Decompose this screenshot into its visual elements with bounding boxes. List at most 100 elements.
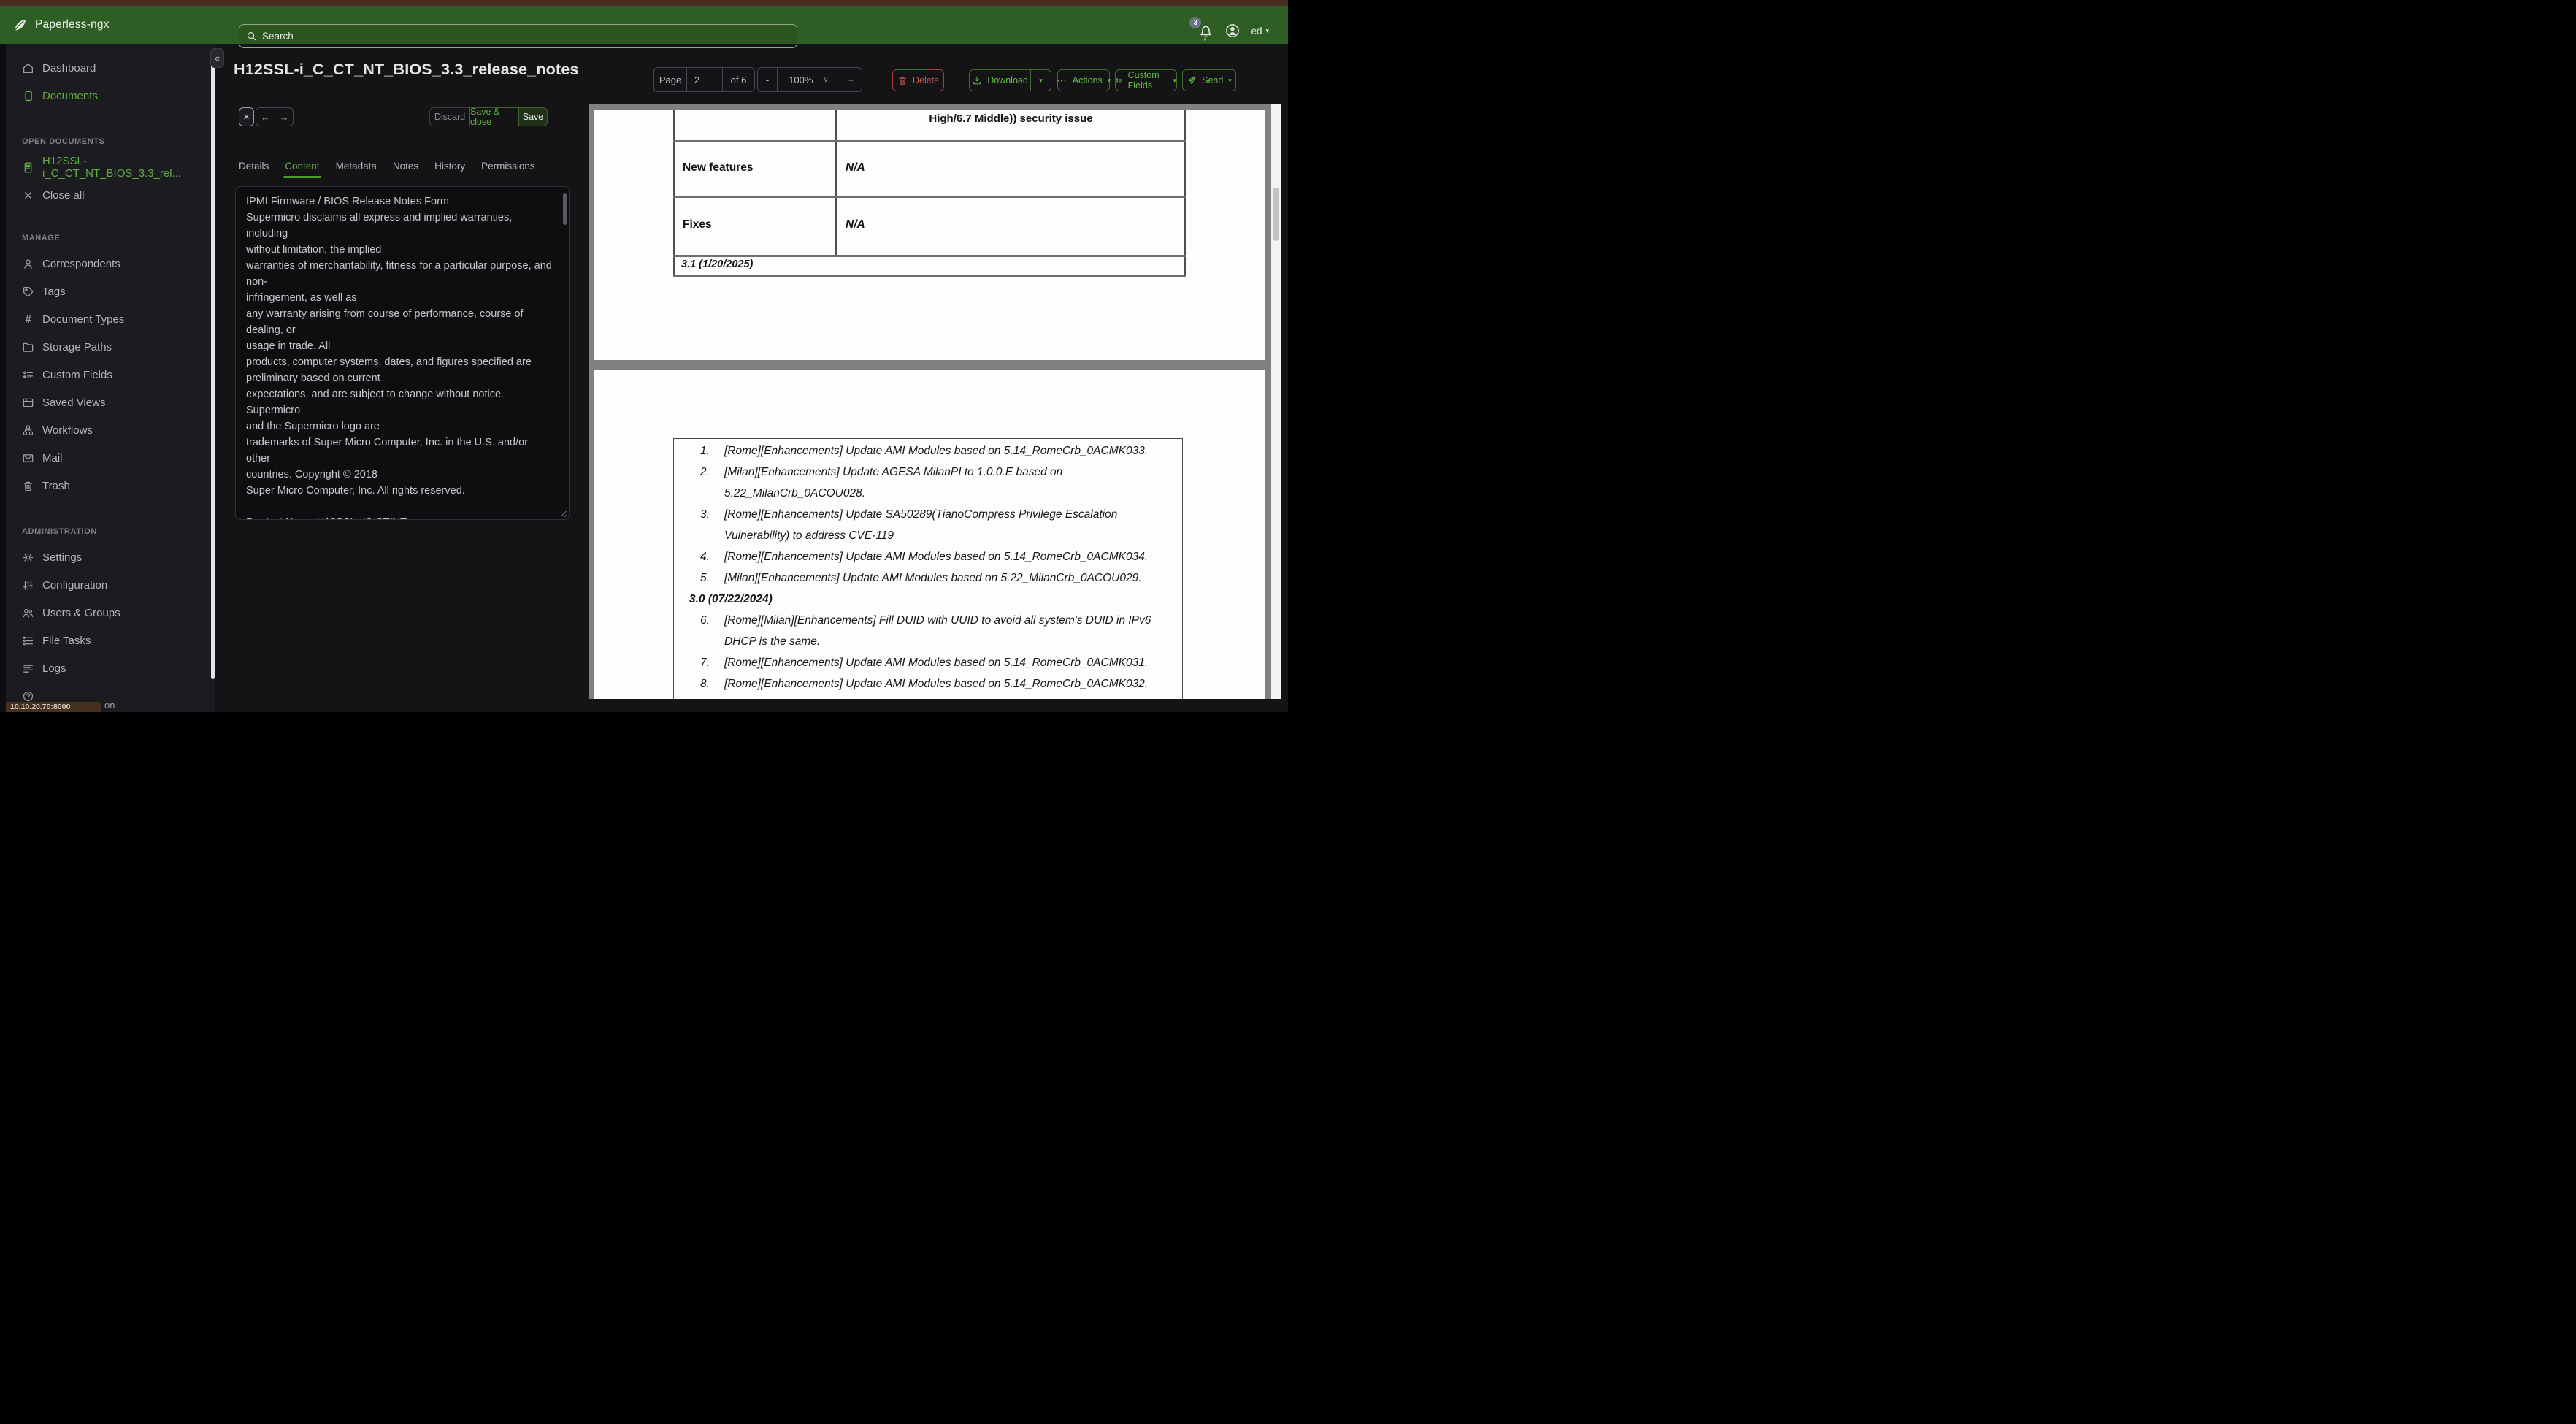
discard-button[interactable]: Discard [429, 107, 469, 126]
sidebar-item-mail[interactable]: Mail [6, 444, 215, 472]
delete-button[interactable]: Delete [892, 69, 944, 91]
page-label: Page [659, 74, 682, 85]
page-count-label: of 6 [722, 68, 754, 91]
sidebar-item-workflows[interactable]: Workflows [6, 416, 215, 444]
pdf-list-item-line: 3. [Rome][Enhancements] Update SA50289(Ti… [674, 504, 1182, 525]
pdf-list-item-number: 2. [700, 466, 710, 478]
pdf-list-item-number: 9. [700, 694, 724, 699]
close-document-button[interactable]: ✕ [239, 107, 254, 126]
sidebar-item-tags[interactable]: Tags [6, 277, 215, 305]
sidebar-item-h12ssl-i-c-ct-nt-bios-3-3-rel[interactable]: H12SSL-i_C_CT_NT_BIOS_3.3_rel... [6, 153, 215, 181]
zoom-controls: - 100% ∨ + [757, 67, 862, 92]
pdf-list-item-line: 4. [Rome][Enhancements] Update AMI Module… [674, 546, 1182, 567]
textarea-resize-handle[interactable] [559, 510, 567, 518]
chevron-down-icon: ▾ [1107, 76, 1111, 84]
send-button[interactable]: Send ▾ [1182, 69, 1236, 91]
user-menu[interactable]: ed ▾ [1251, 26, 1269, 37]
zoom-out-button[interactable]: - [758, 68, 777, 91]
pdf-list-item-line: 9.[Rome][Milan][Enhancements] For UsbBus… [674, 694, 1182, 699]
tab-permissions[interactable]: Permissions [481, 161, 535, 178]
previous-document-button[interactable]: ← [256, 108, 275, 126]
sidebar-item-configuration[interactable]: Configuration [6, 571, 215, 599]
sidebar-item-settings[interactable]: Settings [6, 543, 215, 571]
avatar [1224, 23, 1241, 39]
content-text: IPMI Firmware / BIOS Release Notes Form … [246, 196, 552, 519]
tab-content[interactable]: Content [283, 161, 321, 178]
zoom-in-button[interactable]: + [840, 68, 862, 91]
sidebar-item-label: Dashboard [42, 61, 96, 74]
app-brand[interactable]: Paperless-ngx [12, 17, 110, 34]
mail-icon [22, 452, 34, 464]
pdf-list-item-number: 5. [700, 572, 710, 584]
sidebar-item-label: Close all [42, 188, 85, 202]
search-icon [248, 32, 256, 41]
pdf-right-edge [1281, 104, 1288, 699]
actions-label: Actions [1072, 75, 1103, 85]
sidebar-item-label: Saved Views [42, 396, 106, 409]
pdf-list-item-line: 2. [Milan][Enhancements] Update AGESA Mil… [674, 462, 1182, 483]
administration-header: ADMINISTRATION [22, 527, 97, 536]
download-icon [973, 76, 981, 85]
custom-fields-icon [1116, 78, 1122, 83]
sidebar-item-correspondents[interactable]: Correspondents [6, 250, 215, 277]
sidebar-item-saved-views[interactable]: Saved Views [6, 388, 215, 416]
sidebar-item-close-all[interactable]: Close all [6, 181, 215, 209]
download-button[interactable]: Download [970, 70, 1030, 91]
zoom-level-select[interactable]: 100% ∨ [777, 68, 840, 91]
pdf-list-item-line: 8. [Rome][Enhancements] Update AMI Module… [674, 673, 1182, 694]
open-documents-header: OPEN DOCUMENTS [22, 137, 105, 146]
document-nav-arrows: ← → [256, 107, 294, 126]
sidebar-item-trash[interactable]: Trash [6, 472, 215, 499]
send-label: Send [1202, 75, 1224, 85]
chevron-down-icon: ▾ [1203, 37, 1207, 43]
sidebar-item-file-tasks[interactable]: File Tasks [6, 627, 215, 654]
download-menu-button[interactable]: ▾ [1030, 70, 1051, 91]
custom-fields-label: Custom Fields [1127, 70, 1159, 91]
tab-details[interactable]: Details [239, 161, 269, 178]
sidebar-item-documents[interactable]: Documents [6, 82, 215, 110]
actions-button[interactable]: ⋯ Actions ▾ [1057, 69, 1111, 91]
status-url-tooltip: 10.10.20.70:8000 [6, 702, 101, 712]
navbar-right-cluster: 3 ▾ ed ▾ [1189, 12, 1269, 50]
pdf-table-label: Fixes [683, 218, 712, 231]
sidebar-item-storage-paths[interactable]: Storage Paths [6, 333, 215, 361]
tab-notes[interactable]: Notes [393, 161, 418, 178]
pdf-scrollbar-thumb[interactable] [1273, 188, 1279, 241]
custom-fields-button[interactable]: Custom Fields ▾ [1115, 69, 1177, 91]
save-and-close-button[interactable]: Save & close [469, 107, 519, 126]
app-window: Paperless-ngx 3 ▾ ed ▾ Dashboard Document… [0, 0, 1288, 712]
pdf-list-item-number: 8. [700, 678, 710, 690]
sidebar-item-dashboard[interactable]: Dashboard [6, 54, 215, 82]
window-top-strip [0, 0, 1288, 6]
search-input[interactable] [262, 31, 773, 42]
sidebar: Dashboard Documents OPEN DOCUMENTS H12SSL… [6, 44, 215, 712]
tab-metadata[interactable]: Metadata [336, 161, 377, 178]
chevron-down-icon: ▾ [1173, 76, 1176, 84]
pdf-list-item-number: 6. [700, 614, 710, 627]
sidebar-item-logs[interactable]: Logs [6, 654, 215, 682]
arrow-left-icon: ← [261, 111, 270, 123]
sidebar-item-label: Users & Groups [42, 606, 120, 619]
page-number-input[interactable] [687, 74, 722, 85]
document-toolbar: Delete Download ▾ ⋯ Actions ▾ Custom Fie… [892, 69, 1236, 91]
textarea-scrollbar[interactable] [563, 193, 567, 225]
tab-history[interactable]: History [434, 161, 465, 178]
save-button[interactable]: Save [519, 107, 548, 126]
content-textarea[interactable]: IPMI Firmware / BIOS Release Notes Form … [235, 186, 570, 520]
notifications-button[interactable]: 3 ▾ [1189, 17, 1214, 43]
sidebar-item-label: Storage Paths [42, 340, 112, 353]
sidebar-scrollbar[interactable] [211, 55, 215, 679]
send-icon [1187, 76, 1196, 84]
search-bar[interactable] [239, 24, 797, 48]
sidebar-item-users-groups[interactable]: Users & Groups [6, 599, 215, 627]
window-left-edge [0, 44, 6, 712]
pdf-table-value: N/A [846, 218, 865, 231]
sidebar-collapse-button[interactable]: « [210, 48, 224, 68]
sidebar-item-document-types[interactable]: # Document Types [6, 305, 215, 333]
next-document-button[interactable]: → [275, 108, 293, 126]
workflows-icon [22, 424, 34, 437]
sidebar-item-custom-fields[interactable]: Custom Fields [6, 361, 215, 388]
pdf-list-item-number: 1. [700, 445, 710, 457]
sliders-icon [22, 579, 34, 592]
saved-views-icon [22, 397, 34, 409]
